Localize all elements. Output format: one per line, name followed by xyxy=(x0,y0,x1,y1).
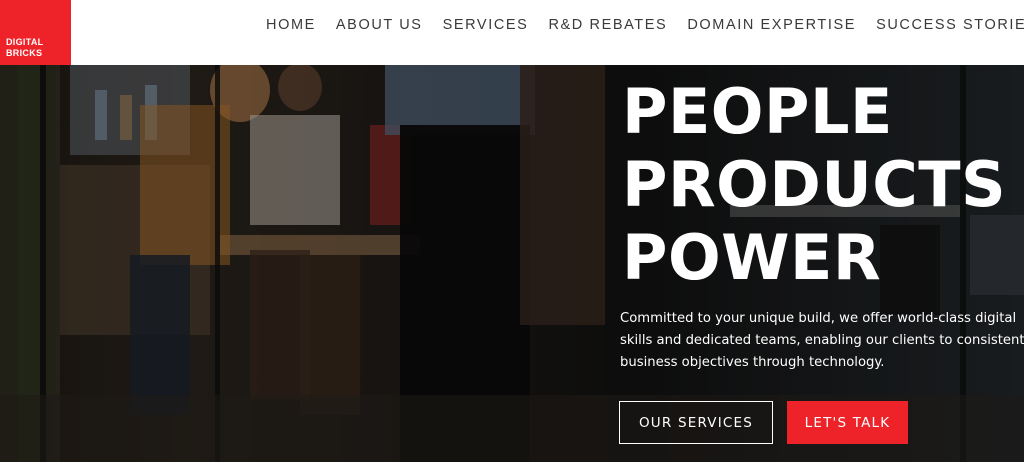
our-services-button[interactable]: OUR SERVICES xyxy=(619,401,773,444)
nav-rd-rebates[interactable]: R&D REBATES xyxy=(548,17,667,33)
nav-about-us[interactable]: ABOUT US xyxy=(336,17,423,33)
hero-title-line-1: PEOPLE xyxy=(622,75,893,148)
nav-domain-expertise[interactable]: DOMAIN EXPERTISE xyxy=(687,17,856,33)
nav-success-stories[interactable]: SUCCESS STORIES xyxy=(876,17,1024,33)
hero-description-line-3: business objectives through technology. xyxy=(620,355,885,370)
hero-section: PEOPLE PRODUCTS POWER Committed to your … xyxy=(0,65,1024,462)
hero-description-line-2: skills and dedicated teams, enabling our… xyxy=(620,333,1024,348)
nav-home[interactable]: HOME xyxy=(266,17,316,33)
logo-line-2: BRICKS xyxy=(6,48,43,58)
nav-services[interactable]: SERVICES xyxy=(443,17,529,33)
hero-description: Committed to your unique build, we offer… xyxy=(620,308,1024,374)
hero-title-line-3: POWER xyxy=(622,221,882,294)
site-header: DIGITAL BRICKS HOME ABOUT US SERVICES R&… xyxy=(0,0,1024,65)
digital-bricks-logo[interactable]: DIGITAL BRICKS xyxy=(0,0,71,65)
lets-talk-button[interactable]: LET'S TALK xyxy=(787,401,908,444)
logo-line-1: DIGITAL xyxy=(6,37,44,47)
hero-title: PEOPLE PRODUCTS POWER xyxy=(622,75,1006,294)
main-nav: HOME ABOUT US SERVICES R&D REBATES DOMAI… xyxy=(255,16,1024,34)
hero-title-line-2: PRODUCTS xyxy=(622,148,1007,221)
hero-description-line-1: Committed to your unique build, we offer… xyxy=(620,311,1017,326)
